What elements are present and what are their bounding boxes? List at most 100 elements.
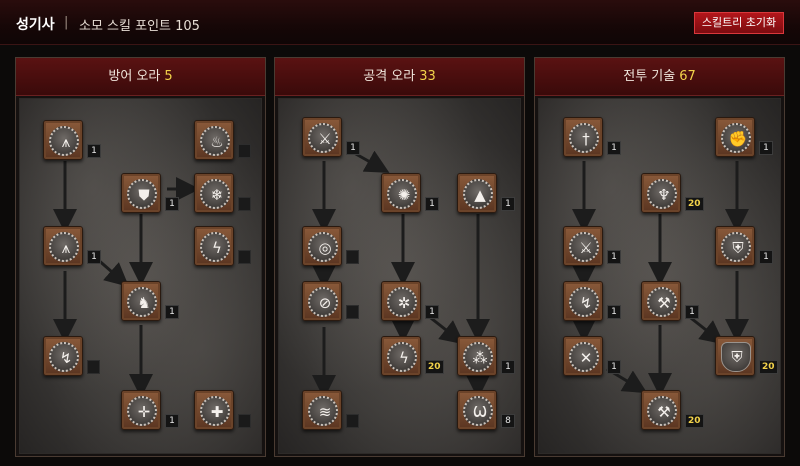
skill-level-badge: 20 <box>759 360 778 374</box>
class-title: 성기사 <box>16 17 55 33</box>
skill-medallion: ✛ <box>127 396 157 426</box>
skill-medallion: ⩚ <box>49 232 79 262</box>
skill-level-badge <box>238 250 251 264</box>
skill-medallion: Ѡ <box>463 396 493 426</box>
skill-level-badge <box>346 250 359 264</box>
skill-slot[interactable]: ⩚ <box>43 120 83 160</box>
skill-medallion: ⊘ <box>308 287 338 317</box>
skill-level-badge: 1 <box>87 250 101 264</box>
skill-slot[interactable]: ✕ <box>563 336 603 376</box>
skill-medallion: ⛨ <box>721 232 751 262</box>
skill-level-badge: 1 <box>165 197 179 211</box>
skill-slot[interactable]: ✲ <box>381 281 421 321</box>
skill-slot[interactable]: ≋ <box>302 390 342 430</box>
skill-slot[interactable]: ✺ <box>381 173 421 213</box>
skill-tree-defense-auras: 방어 오라 5 ⩚ 1 ♨ ⛊ 1 ❄ ⩚ 1 ϟ ♞ 1 ↯ ✛ 1 ✚ <box>15 57 266 457</box>
compass-cross-icon: ✛ <box>137 403 151 421</box>
skill-medallion: ⩚ <box>49 126 79 156</box>
skill-slot[interactable]: † <box>563 117 603 157</box>
flame-crown-icon: ♨ <box>210 133 224 151</box>
shield-spike-icon: ⩚ <box>61 133 71 151</box>
hammer-icon: ⚒ <box>657 294 671 312</box>
skill-level-badge: 1 <box>346 141 360 155</box>
skill-slot[interactable]: ♆ <box>641 173 681 213</box>
skill-medallion: ϟ <box>200 232 230 262</box>
skill-medallion: ⚔ <box>308 123 338 153</box>
crossed-swords-icon: ⚔ <box>579 239 593 257</box>
skill-slot[interactable]: ⁂ <box>457 336 497 376</box>
skill-level-badge: 1 <box>425 305 439 319</box>
skill-level-badge <box>238 144 251 158</box>
skill-level-badge: 1 <box>607 141 621 155</box>
skill-slot[interactable]: ❄ <box>194 173 234 213</box>
skill-level-badge: 1 <box>165 305 179 319</box>
skill-medallion: ❄ <box>200 179 230 209</box>
skill-medallion: ♨ <box>200 126 230 156</box>
skill-level-badge: 8 <box>501 414 515 428</box>
tree-body: ⚔ 1 ✺ 1 ▲ 1 ◎ ⊘ ✲ 1 ϟ 20 ⁂ 1 ≋ Ѡ 8 <box>278 98 521 454</box>
skill-slot[interactable]: ⛨ <box>715 226 755 266</box>
skill-slot[interactable]: ▲ <box>457 173 497 213</box>
lightning-fist-icon: ↯ <box>579 294 593 312</box>
skill-medallion: ✕ <box>569 342 599 372</box>
skill-slot[interactable]: ⚒ <box>641 281 681 321</box>
skill-medallion: ⚒ <box>647 396 677 426</box>
skill-medallion: ⚔ <box>569 232 599 262</box>
sword-icon: † <box>582 130 590 148</box>
skill-slot[interactable]: Ѡ <box>457 390 497 430</box>
reset-skill-tree-button[interactable]: 스킬트리 초기화 <box>694 12 784 34</box>
cross-shield-icon: ⛨ <box>731 348 743 366</box>
tree-name: 공격 오라 <box>363 69 416 84</box>
skill-slot[interactable]: ⛨ <box>715 336 755 376</box>
flame-claw-icon: ✺ <box>397 186 411 204</box>
fist-shield-icon: ✊ <box>728 130 748 148</box>
skill-slot[interactable]: ⩚ <box>43 226 83 266</box>
skill-slot[interactable]: ↯ <box>43 336 83 376</box>
skill-level-badge: 1 <box>759 250 773 264</box>
tree-header: 전투 기술 67 <box>535 58 784 96</box>
skill-slot[interactable]: ⊘ <box>302 281 342 321</box>
tree-points: 5 <box>164 69 173 84</box>
tree-header: 공격 오라 33 <box>275 58 524 96</box>
skill-slot[interactable]: ♞ <box>121 281 161 321</box>
skill-level-badge <box>238 414 251 428</box>
skill-level-badge <box>346 305 359 319</box>
tree-body: † 1 ✊ 1 ♆ 20 ⚔ 1 ⛨ 1 ↯ 1 ⚒ 1 ✕ 1 ⛨ 20 ⚒ 20 <box>538 98 781 454</box>
fang-icon: Ѡ <box>472 403 487 421</box>
skill-slot[interactable]: ⛊ <box>121 173 161 213</box>
skill-slot[interactable]: ✛ <box>121 390 161 430</box>
shield-icon: ⛊ <box>138 186 150 204</box>
cross-star-icon: ✚ <box>210 403 224 421</box>
skill-level-badge <box>87 360 100 374</box>
skill-medallion: ✲ <box>387 287 417 317</box>
lightning-orb-icon: ϟ <box>399 349 409 367</box>
skill-slot[interactable]: ϟ <box>381 336 421 376</box>
skill-slot[interactable]: ϟ <box>194 226 234 266</box>
skill-slot[interactable]: ↯ <box>563 281 603 321</box>
skill-slot[interactable]: ◎ <box>302 226 342 266</box>
tree-header: 방어 오라 5 <box>16 58 265 96</box>
skill-level-badge: 20 <box>425 360 444 374</box>
skill-medallion: ϟ <box>387 342 417 372</box>
holy-fire-icon: ♆ <box>657 186 671 204</box>
header-separator: | <box>64 15 69 30</box>
skill-tree-offense-auras: 공격 오라 33 ⚔ 1 ✺ 1 ▲ 1 ◎ ⊘ ✲ 1 ϟ 20 ⁂ 1 ≋ Ѡ 8 <box>274 57 525 457</box>
skill-slot[interactable]: ⚔ <box>302 117 342 157</box>
crossed-circle-icon: ⊘ <box>318 294 332 312</box>
tree-points: 67 <box>679 69 696 84</box>
skill-slot[interactable]: ⚔ <box>563 226 603 266</box>
skill-level-badge: 1 <box>87 144 101 158</box>
skill-level-badge: 20 <box>685 414 704 428</box>
skill-level-badge: 1 <box>501 360 515 374</box>
skill-slot[interactable]: ⚒ <box>641 390 681 430</box>
skill-level-badge: 1 <box>425 197 439 211</box>
skill-medallion: † <box>569 123 599 153</box>
skill-slot[interactable]: ✊ <box>715 117 755 157</box>
skill-medallion: ↯ <box>569 287 599 317</box>
top-bar: 성기사 | 소모 스킬 포인트 105 스킬트리 초기화 <box>0 0 800 45</box>
skill-slot[interactable]: ♨ <box>194 120 234 160</box>
tree-name: 전투 기술 <box>623 69 676 84</box>
skill-slot[interactable]: ✚ <box>194 390 234 430</box>
sword-slash-icon: ⚔ <box>318 130 332 148</box>
skill-medallion: ◎ <box>308 232 338 262</box>
